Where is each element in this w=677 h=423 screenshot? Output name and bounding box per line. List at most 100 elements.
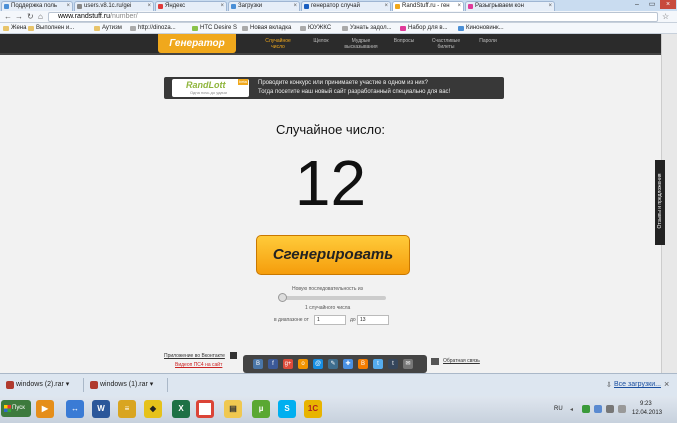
share-bar: B f g+ о @ ✎ ✚ B t t ✉ — [243, 355, 427, 373]
livejournal-icon[interactable]: ✎ — [328, 359, 338, 369]
new-sequence-label: Новую последовательность из — [292, 286, 363, 292]
bookmark-item[interactable]: ЮУЖКС — [300, 24, 331, 33]
tab-5[interactable]: RandStuff.ru - ген × — [392, 1, 464, 11]
clock-time[interactable]: 9:23 — [640, 401, 652, 407]
slider-knob[interactable] — [278, 293, 287, 302]
maximize-icon[interactable]: ▭ — [645, 0, 659, 9]
page-icon — [400, 26, 406, 31]
close-downloads-icon[interactable]: × — [664, 379, 669, 389]
site-logo[interactable]: Генератор — [158, 34, 236, 53]
count-slider[interactable] — [278, 293, 386, 302]
folder-icon — [28, 26, 34, 31]
bookmark-item[interactable]: Аутизм — [94, 24, 122, 33]
randlott-banner[interactable]: RandLott beta Одна ночь до удачи Проводи… — [164, 77, 504, 99]
feedback-icon — [431, 358, 439, 365]
tab-2[interactable]: Яндекс × — [155, 1, 227, 11]
tab-4[interactable]: генератор случай × — [301, 1, 391, 11]
clock-date[interactable]: 12.04.2013 — [632, 410, 662, 416]
download-item[interactable]: windows (2).rar ▾ — [4, 378, 84, 392]
blogger-icon[interactable]: B — [358, 359, 368, 369]
teamviewer-icon[interactable]: ↔ — [66, 400, 84, 418]
bookmark-item[interactable]: Киноновинк... — [458, 24, 504, 33]
power-icon[interactable] — [618, 405, 626, 413]
range-to-input[interactable]: 13 — [357, 315, 389, 325]
nav-tickets[interactable]: Счастливые билеты — [426, 38, 466, 50]
email-icon[interactable]: ✉ — [403, 359, 413, 369]
google-plus-icon[interactable]: g+ — [283, 359, 293, 369]
minimize-icon[interactable]: – — [630, 0, 644, 9]
generate-button[interactable]: Сгенерировать — [256, 235, 410, 275]
banner-line-2: Тогда посетите наш новый сайт разработан… — [258, 89, 451, 95]
skype-icon[interactable]: S — [278, 400, 296, 418]
media-player-icon[interactable]: ▶ — [36, 400, 54, 418]
close-window-icon[interactable]: × — [660, 0, 676, 9]
bookmark-item[interactable]: HTC Desire S — [192, 24, 237, 33]
twitter-icon[interactable]: t — [373, 359, 383, 369]
range-from-input[interactable]: 1 — [314, 315, 346, 325]
vk-icon[interactable]: B — [253, 359, 263, 369]
reload-icon[interactable]: ↻ — [27, 12, 34, 22]
feedback-link[interactable]: Обратная связь — [443, 358, 480, 364]
bookmark-item[interactable]: Жена — [3, 24, 26, 33]
range-from-label: в диапазоне от — [274, 317, 309, 323]
bookmark-item[interactable]: Набор для в... — [400, 24, 448, 33]
url-field[interactable]: www.randstuff.ru/number/ — [48, 12, 658, 22]
close-tab-icon[interactable]: × — [293, 2, 297, 11]
forward-icon[interactable]: → — [15, 12, 23, 22]
sync-icon[interactable] — [594, 405, 602, 413]
volume-icon[interactable] — [606, 405, 614, 413]
back-icon[interactable]: ← — [4, 12, 12, 22]
network-icon[interactable] — [582, 405, 590, 413]
bookmarks-bar: Жена Выполнен и... Аутизм http://dinoza.… — [0, 23, 677, 34]
mailru-icon[interactable]: @ — [313, 359, 323, 369]
show-all-downloads-link[interactable]: Все загрузки... — [614, 381, 661, 388]
bookmark-item[interactable]: Выполнен и... — [28, 24, 74, 33]
facebook-icon[interactable]: f — [268, 359, 278, 369]
1c-icon[interactable]: 1С — [304, 400, 322, 418]
odnoklassniki-icon[interactable]: о — [298, 359, 308, 369]
banner-line-1: Проводите конкурс или принимаете участие… — [258, 80, 428, 86]
tab-6[interactable]: Разыгрываем кон × — [465, 1, 555, 11]
bookmark-item[interactable]: http://dinoza... — [130, 24, 176, 33]
close-tab-icon[interactable]: × — [457, 2, 461, 11]
nav-random-number[interactable]: Случайное число — [258, 38, 298, 50]
vk-app-icon — [230, 352, 237, 359]
tumblr-icon[interactable]: t — [388, 359, 398, 369]
winrar-icon[interactable]: ≡ — [118, 400, 136, 418]
close-tab-icon[interactable]: × — [548, 2, 552, 11]
nav-questions[interactable]: Вопросы — [384, 38, 424, 44]
utorrent-icon[interactable]: µ — [252, 400, 270, 418]
bookmark-item[interactable]: Новая вкладка — [242, 24, 291, 33]
tab-favicon — [4, 4, 9, 9]
close-tab-icon[interactable]: × — [147, 2, 151, 11]
download-item[interactable]: windows (1).rar ▾ — [88, 378, 168, 392]
rar-file-icon — [90, 381, 98, 389]
home-icon[interactable]: ⌂ — [38, 12, 43, 22]
excel-icon[interactable]: X — [172, 400, 190, 418]
star-icon[interactable]: ☆ — [662, 12, 669, 22]
start-button[interactable]: Пуск — [1, 400, 31, 417]
show-hidden-icons-icon[interactable]: ◂ — [570, 406, 573, 413]
tab-0[interactable]: Поддержка поль × — [1, 1, 73, 11]
nav-passwords[interactable]: Пароли — [468, 38, 508, 44]
tab-favicon — [395, 4, 400, 9]
bookmark-item[interactable]: Узнать задол... — [342, 24, 392, 33]
explorer-folder-icon[interactable]: ▤ — [224, 400, 242, 418]
vk-app-link[interactable]: Приложение во Вконтакте — [164, 353, 225, 359]
page-icon — [458, 26, 464, 31]
tab-3[interactable]: Загрузки × — [228, 1, 300, 11]
video-link[interactable]: Видеоп ПС4 на сайт — [175, 362, 222, 368]
feedback-tab[interactable]: Отзывы и предложения — [655, 160, 665, 245]
random-number-value: 12 — [294, 147, 367, 219]
chrome-icon[interactable] — [196, 400, 214, 418]
nav-jokes[interactable]: Щелок — [301, 38, 341, 44]
close-tab-icon[interactable]: × — [384, 2, 388, 11]
close-tab-icon[interactable]: × — [66, 2, 70, 11]
tab-1[interactable]: users.v8.1c.ru/gei × — [74, 1, 154, 11]
close-tab-icon[interactable]: × — [220, 2, 224, 11]
batman-icon[interactable]: ◆ — [144, 400, 162, 418]
language-indicator[interactable]: RU — [554, 406, 563, 412]
word-icon[interactable]: W — [92, 400, 110, 418]
liveinternet-icon[interactable]: ✚ — [343, 359, 353, 369]
nav-quotes[interactable]: Мудрые высказывания — [341, 38, 381, 50]
